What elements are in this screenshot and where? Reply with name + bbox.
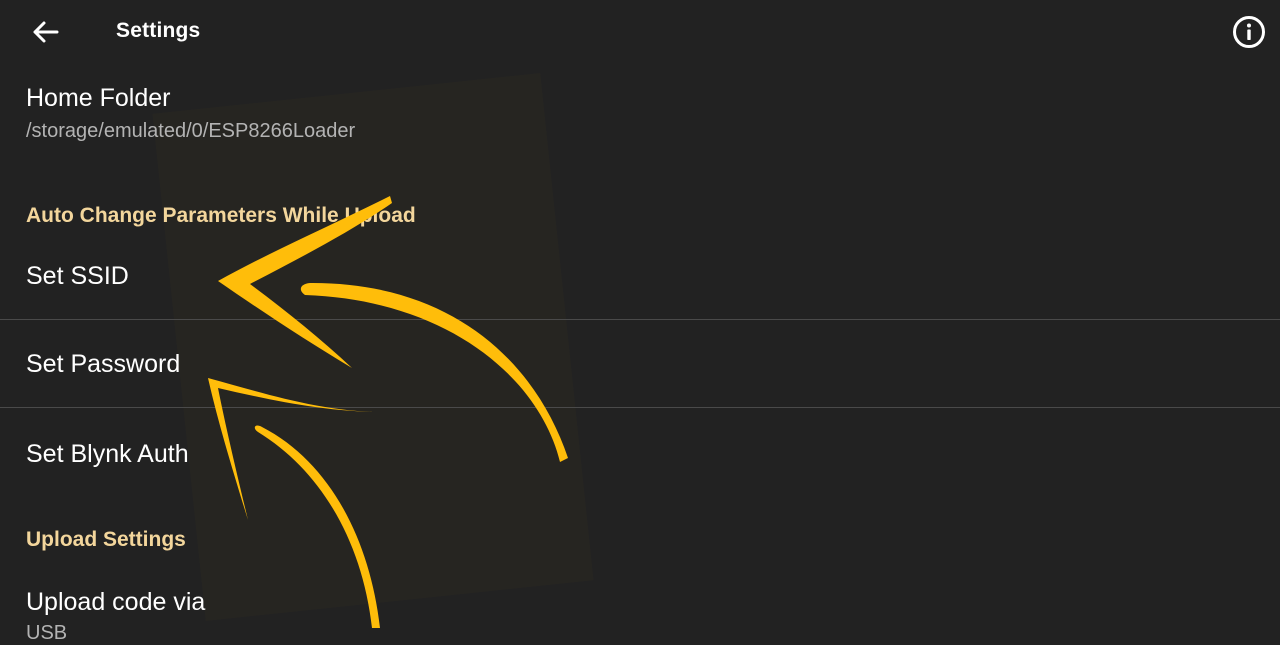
pref-set-password[interactable]: Set Password — [0, 320, 1280, 407]
page-title: Settings — [116, 19, 201, 42]
arrow-left-icon — [33, 21, 59, 43]
pref-home-folder-summary: /storage/emulated/0/ESP8266Loader — [26, 120, 356, 142]
pref-set-blynk-auth[interactable]: Set Blynk Auth — [0, 408, 1280, 498]
category-auto-change-parameters: Auto Change Parameters While Upload — [26, 204, 416, 227]
info-circle-icon — [1233, 16, 1265, 48]
pref-set-ssid[interactable]: Set SSID — [0, 238, 1280, 319]
pref-set-password-title: Set Password — [26, 350, 181, 378]
category-upload-settings: Upload Settings — [26, 528, 186, 551]
pref-upload-code-via-summary: USB — [26, 622, 68, 644]
pref-upload-code-via-title: Upload code via — [26, 588, 206, 616]
info-button[interactable] — [1228, 12, 1270, 52]
pref-set-ssid-title: Set SSID — [26, 262, 129, 290]
back-button[interactable] — [24, 12, 66, 52]
toolbar: Settings — [0, 0, 1280, 64]
pref-upload-code-via[interactable]: Upload code via USB — [0, 570, 1280, 644]
pref-home-folder[interactable]: Home Folder /storage/emulated/0/ESP8266L… — [0, 70, 1280, 170]
pref-home-folder-title: Home Folder — [26, 84, 171, 112]
pref-set-blynk-auth-title: Set Blynk Auth — [26, 440, 189, 468]
